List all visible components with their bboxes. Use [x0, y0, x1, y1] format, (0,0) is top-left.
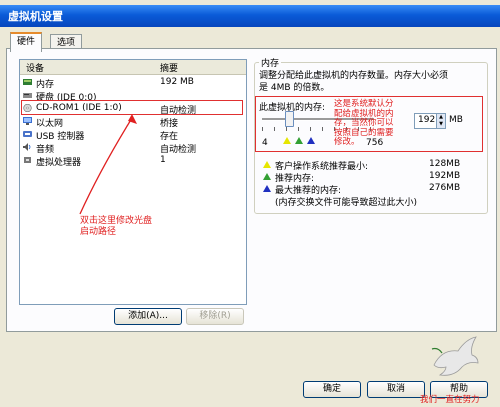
- blue-triangle-icon: [263, 185, 271, 192]
- recommended-memory-marker: [295, 137, 303, 144]
- memory-size-value: 192: [418, 115, 436, 125]
- memory-size-spinner[interactable]: ▲ ▼: [436, 114, 445, 128]
- audio-icon: [23, 143, 31, 151]
- legend-value: 276MB: [429, 183, 461, 193]
- recommended-minimum-marker: [283, 137, 291, 144]
- cdrom-annotation-line: 双击这里修改光盘: [80, 216, 153, 226]
- device-list-header: 设备 摘要: [20, 60, 246, 75]
- usb-icon: [23, 131, 32, 137]
- add-button[interactable]: 添加(A)...: [114, 308, 182, 325]
- memory-description-line: 是 4MB 的倍数。: [259, 83, 330, 93]
- hard-disk-icon: [23, 93, 32, 98]
- memory-size-input[interactable]: 192 ▲ ▼: [414, 113, 446, 129]
- tab-hardware[interactable]: 硬件: [10, 32, 43, 52]
- device-row-memory[interactable]: 内存 192 MB: [20, 76, 246, 90]
- window-title: 虚拟机设置: [8, 10, 63, 23]
- memory-group-title: 内存: [259, 56, 282, 69]
- memory-slider-thumb[interactable]: [284, 111, 294, 127]
- maximum-recommended-marker: [307, 137, 315, 144]
- cdrom-annotation-line: 启动路径: [80, 227, 117, 237]
- yellow-triangle-icon: [263, 161, 271, 168]
- memory-description: 调整分配给此虚拟机的内存数量。内存大小必须 是 4MB 的倍数。: [259, 70, 483, 94]
- memory-annotation-text: 这是系统默认分 配给虚拟机的内 存，当然你可以 按照自己的需要 修改。: [334, 99, 394, 148]
- spin-up-icon[interactable]: ▲: [437, 114, 445, 121]
- device-summary: 192 MB: [160, 77, 194, 87]
- device-summary: 1: [160, 155, 166, 165]
- legend-row: 客户操作系统推荐最小: 128MB: [263, 159, 463, 172]
- column-header-device[interactable]: 设备: [26, 61, 44, 74]
- cdrom-annotation-text: 双击这里修改光盘 启动路径: [80, 216, 152, 238]
- legend-row: 推荐内存: 192MB: [263, 171, 463, 184]
- memory-unit-label: MB: [449, 115, 463, 125]
- tab-hardware-label: 硬件: [17, 37, 36, 47]
- spin-down-icon[interactable]: ▼: [437, 121, 445, 128]
- remove-button[interactable]: 移除(R): [186, 308, 244, 325]
- title-bar[interactable]: 虚拟机设置: [0, 5, 500, 27]
- legend-row: 最大推荐的内存: 276MB: [263, 183, 463, 196]
- column-header-summary[interactable]: 摘要: [160, 61, 178, 74]
- memory-description-line: 调整分配给此虚拟机的内存数量。内存大小必须: [259, 71, 449, 81]
- memory-icon: [23, 79, 32, 85]
- cancel-button[interactable]: 取消: [367, 381, 425, 398]
- tab-options-label: 选项: [57, 38, 76, 48]
- annotation-arrow: [79, 114, 137, 215]
- cpu-icon: [24, 157, 31, 163]
- legend-value: 128MB: [429, 159, 461, 169]
- watermark-text: 我们一直在努力: [420, 395, 480, 405]
- memory-annotation-line: 修改。: [334, 137, 360, 147]
- green-triangle-icon: [263, 173, 271, 180]
- ok-button[interactable]: 确定: [303, 381, 361, 398]
- legend-value: 192MB: [429, 171, 461, 181]
- slider-min-label: 4: [262, 138, 268, 148]
- memory-note: (内存交换文件可能导致超过此大小): [275, 198, 418, 208]
- network-icon: [23, 117, 32, 125]
- dove-watermark-icon: [431, 336, 479, 376]
